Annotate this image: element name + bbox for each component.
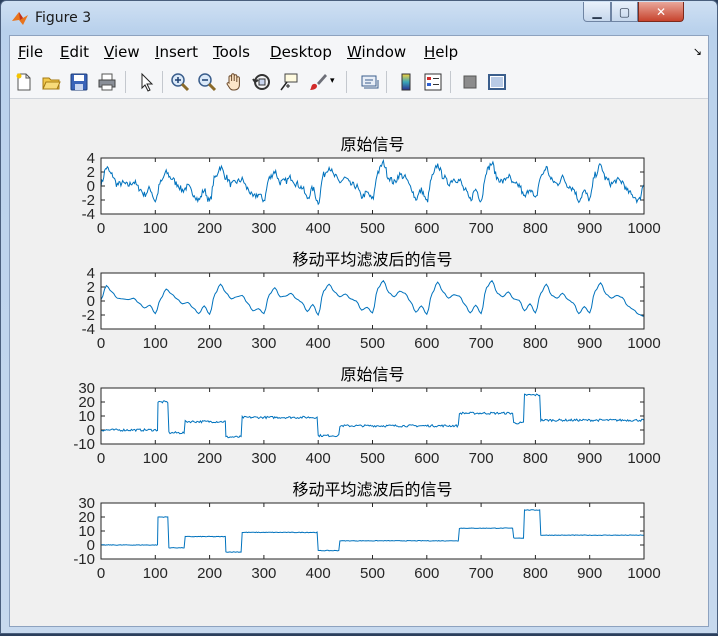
- y-tick-label: -10: [73, 436, 95, 453]
- x-tick-label: 400: [306, 220, 331, 237]
- x-tick-label: 100: [143, 450, 168, 467]
- subplot-title: 移动平均滤波后的信号: [292, 480, 452, 499]
- x-tick-label: 100: [143, 335, 168, 352]
- subplot-1: 原始信号0 100 200 300 400 500 600 700 800 900 1000420-…: [82, 135, 661, 237]
- x-tick-label: 600: [414, 565, 439, 582]
- x-tick-label: 100: [143, 565, 168, 582]
- x-tick-label: 500: [360, 335, 385, 352]
- subplot-title: 原始信号: [340, 135, 404, 154]
- x-tick-label: 800: [523, 450, 548, 467]
- x-tick-label: 300: [251, 565, 276, 582]
- figure-client: File Edit View Insert Tools Desktop Wind…: [9, 35, 709, 627]
- y-tick-label: -4: [82, 206, 95, 223]
- axes-background[interactable]: [101, 273, 644, 329]
- x-tick-label: 900: [577, 335, 602, 352]
- x-tick-label: 700: [469, 220, 494, 237]
- y-tick-label: -10: [73, 551, 95, 568]
- x-tick-label: 0: [97, 220, 105, 237]
- x-tick-label: 400: [306, 450, 331, 467]
- axes-background[interactable]: [101, 503, 644, 559]
- subplot-title: 移动平均滤波后的信号: [292, 250, 452, 269]
- x-tick-label: 600: [414, 220, 439, 237]
- x-tick-label: 200: [197, 450, 222, 467]
- x-tick-label: 900: [577, 565, 602, 582]
- x-tick-label: 700: [469, 335, 494, 352]
- subplot-title: 原始信号: [340, 365, 404, 384]
- x-tick-label: 700: [469, 565, 494, 582]
- subplot-2: 移动平均滤波后的信号 0 100 200 300 400 500 600 700 800 900 10…: [82, 250, 661, 352]
- x-tick-label: 0: [97, 335, 105, 352]
- x-tick-label: 100: [143, 220, 168, 237]
- subplot-4: 移动平均滤波后的信号 0 100 200 300 400 500 600 700 800 900 10…: [73, 480, 660, 582]
- x-tick-label: 500: [360, 450, 385, 467]
- plots-svg: 原始信号0 100 200 300 400 500 600 700 800 900 1000420-…: [73, 135, 661, 582]
- x-tick-label: 300: [251, 220, 276, 237]
- x-tick-label: 400: [306, 565, 331, 582]
- x-tick-label: 500: [360, 565, 385, 582]
- x-tick-label: 800: [523, 565, 548, 582]
- axes-background[interactable]: [101, 158, 644, 214]
- x-tick-label: 200: [197, 335, 222, 352]
- figure-canvas: 原始信号 0 100 200 300 400 500 600 700 800 900 1000 4 2 0-…: [10, 99, 708, 626]
- x-tick-label: 600: [414, 335, 439, 352]
- x-tick-label: 700: [469, 450, 494, 467]
- x-tick-label: 0: [97, 565, 105, 582]
- x-tick-label: 900: [577, 220, 602, 237]
- x-tick-label: 500: [360, 220, 385, 237]
- y-tick-label: -4: [82, 321, 95, 338]
- x-tick-label: 200: [197, 220, 222, 237]
- x-tick-label: 200: [197, 565, 222, 582]
- x-tick-label: 900: [577, 450, 602, 467]
- x-tick-label: 600: [414, 450, 439, 467]
- x-tick-label: 1000: [627, 220, 660, 237]
- x-tick-label: 300: [251, 450, 276, 467]
- x-tick-label: 300: [251, 335, 276, 352]
- x-tick-label: 1000: [627, 450, 660, 467]
- axes-background[interactable]: [101, 388, 644, 444]
- subplot-3: 原始信号0 100 200 300 400 500 600 700 800 900 10003020…: [73, 365, 660, 467]
- x-tick-label: 800: [523, 335, 548, 352]
- x-tick-label: 1000: [627, 565, 660, 582]
- x-tick-label: 800: [523, 220, 548, 237]
- x-tick-label: 400: [306, 335, 331, 352]
- x-tick-label: 1000: [627, 335, 660, 352]
- x-tick-label: 0: [97, 450, 105, 467]
- figure-window: Figure 3 ▁ ▢ ✕ File Edit View Insert Too…: [0, 0, 718, 634]
